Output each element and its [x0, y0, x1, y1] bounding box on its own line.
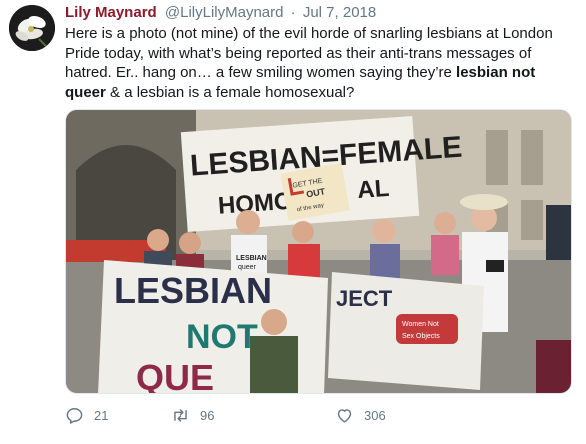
banner-right-tag1: Women Not: [402, 321, 439, 328]
tweet-actions: 21 96 306: [65, 404, 565, 426]
tweet-header: Lily Maynard @LilyLilyMaynard · Jul 7, 2…: [65, 3, 376, 23]
tweet-text-part2: & a lesbian is a female homosexual?: [105, 83, 355, 101]
banner-left-line2: NOT: [186, 318, 258, 356]
banner-top-line2b: AL: [356, 175, 390, 204]
heart-icon: [337, 408, 352, 423]
banner-right-word: JECT: [336, 286, 393, 311]
like-count: 306: [364, 407, 386, 423]
reply-button[interactable]: 21: [65, 404, 108, 426]
like-button[interactable]: 306: [335, 404, 386, 426]
tweet-date[interactable]: Jul 7, 2018: [303, 4, 376, 21]
reply-count: 21: [94, 407, 109, 423]
tshirt-text1: LESBIAN: [236, 255, 267, 262]
reply-icon: [66, 407, 83, 424]
author-name[interactable]: Lily Maynard: [65, 4, 157, 21]
avatar[interactable]: [9, 5, 55, 51]
tweet-photo[interactable]: LESBIAN=FEMALE HOMO AL GET THE OUT of th…: [65, 109, 572, 394]
header-separator: ·: [290, 4, 296, 21]
retweet-icon: [174, 408, 187, 422]
tweet[interactable]: Lily Maynard @LilyLilyMaynard · Jul 7, 2…: [0, 0, 586, 444]
author-handle[interactable]: @LilyLilyMaynard: [165, 4, 284, 21]
banner-left-line3: QUE: [136, 357, 214, 394]
flower-avatar-image: [9, 5, 55, 51]
protest-photo-illustration: LESBIAN=FEMALE HOMO AL GET THE OUT of th…: [66, 110, 571, 394]
tweet-text: Here is a photo (not mine) of the evil h…: [65, 24, 565, 102]
banner-left-line1: LESBIAN: [114, 270, 272, 311]
retweet-count: 96: [200, 407, 215, 423]
retweet-button[interactable]: 96: [171, 404, 214, 426]
banner-right-tag2: Sex Objects: [402, 333, 440, 340]
